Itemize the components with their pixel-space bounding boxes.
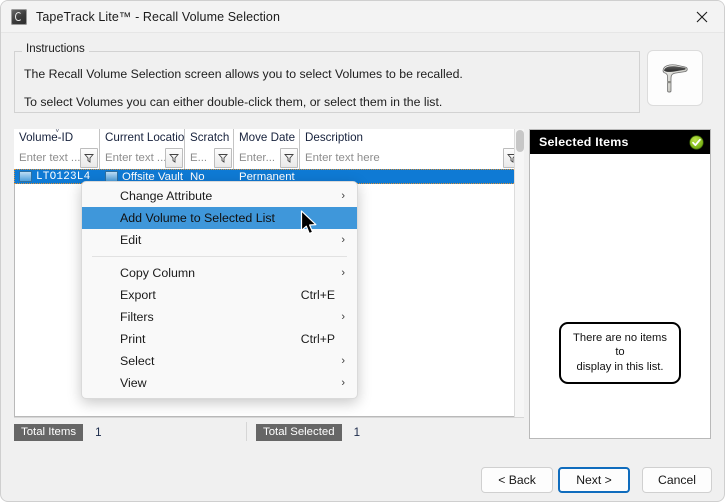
- sort-ascending-icon: ˅: [55, 129, 60, 135]
- status-divider: [14, 417, 524, 418]
- chevron-right-icon: ›: [341, 189, 345, 202]
- instructions-line-1: The Recall Volume Selection screen allow…: [24, 67, 463, 81]
- status-total-items: Total Items 1: [14, 423, 102, 441]
- total-items-label: Total Items: [14, 423, 84, 441]
- menu-item-add-volume-to-selected-list[interactable]: Add Volume to Selected List: [82, 207, 357, 229]
- funnel-icon: [84, 154, 94, 163]
- filter-button-move-date[interactable]: [280, 148, 298, 168]
- chevron-right-icon: ›: [341, 354, 345, 367]
- menu-separator: [92, 256, 347, 257]
- title-bar: TapeTrack Lite™ - Recall Volume Selectio…: [1, 1, 724, 33]
- menu-item-label: Export: [120, 288, 156, 302]
- scrollbar-thumb[interactable]: [516, 130, 524, 152]
- filter-cell-description: Enter text here: [300, 147, 522, 169]
- column-header-label: Scratch: [190, 131, 230, 144]
- chevron-right-icon: ›: [341, 376, 345, 389]
- menu-item-select[interactable]: Select ›: [82, 350, 357, 372]
- filter-cell-current-location: Enter text ...: [100, 147, 185, 169]
- footer-divider: [1, 459, 724, 460]
- chevron-right-icon: ›: [341, 266, 345, 279]
- menu-item-label: Edit: [120, 233, 142, 247]
- context-menu: Change Attribute › Add Volume to Selecte…: [81, 181, 358, 399]
- next-button[interactable]: Next >: [558, 467, 630, 493]
- scanner-image-box: [647, 50, 703, 106]
- column-header-scratch[interactable]: Scratch: [185, 129, 234, 147]
- column-header-label: Current Location: [105, 131, 185, 144]
- filter-button-scratch[interactable]: [214, 148, 232, 168]
- filter-cell-scratch: E...: [185, 147, 234, 169]
- instructions-legend: Instructions: [22, 43, 89, 55]
- filter-cell-volume-id: Enter text ...: [14, 147, 100, 169]
- column-header-label: Move Date: [239, 131, 296, 144]
- filter-button-current-location[interactable]: [165, 148, 183, 168]
- window-title: TapeTrack Lite™ - Recall Volume Selectio…: [36, 9, 281, 24]
- menu-item-view[interactable]: View ›: [82, 372, 357, 394]
- menu-item-export[interactable]: Export Ctrl+E: [82, 284, 357, 306]
- filter-input-scratch[interactable]: E...: [185, 152, 214, 164]
- grid-filter-row: Enter text ... Enter text ... E... Enter…: [14, 147, 524, 169]
- column-header-volume-id[interactable]: ˅ Volume-ID: [14, 129, 100, 147]
- menu-item-change-attribute[interactable]: Change Attribute ›: [82, 185, 357, 207]
- menu-item-label: Add Volume to Selected List: [120, 211, 275, 225]
- total-selected-value: 1: [353, 425, 361, 439]
- menu-item-label: View: [120, 376, 147, 390]
- grid-vertical-scrollbar[interactable]: [514, 129, 524, 417]
- filter-input-description[interactable]: Enter text here: [300, 152, 503, 164]
- menu-item-edit[interactable]: Edit ›: [82, 229, 357, 251]
- menu-item-label: Filters: [120, 310, 154, 324]
- empty-message-line-2: display in this list.: [576, 360, 664, 373]
- instructions-line-2: To select Volumes you can either double-…: [24, 95, 443, 109]
- tape-volume-icon: [19, 171, 32, 182]
- close-button[interactable]: [679, 1, 724, 32]
- filter-input-move-date[interactable]: Enter...: [234, 152, 280, 164]
- selected-items-header: Selected Items: [530, 130, 710, 154]
- grid-header-row: ˅ Volume-ID Current Location Scratch Mov…: [14, 129, 524, 147]
- menu-item-label: Change Attribute: [120, 189, 213, 203]
- empty-message-line-1: There are no items to: [573, 332, 667, 359]
- empty-list-message: There are no items to display in this li…: [559, 322, 681, 384]
- column-header-label: Volume-ID: [19, 131, 74, 144]
- menu-item-label: Copy Column: [120, 266, 196, 280]
- total-selected-label: Total Selected: [256, 423, 342, 441]
- chevron-right-icon: ›: [341, 233, 345, 246]
- menu-item-label: Print: [120, 332, 146, 346]
- menu-item-label: Select: [120, 354, 155, 368]
- menu-item-print[interactable]: Print Ctrl+P: [82, 328, 357, 350]
- column-header-move-date[interactable]: Move Date: [234, 129, 300, 147]
- back-button[interactable]: < Back: [481, 467, 553, 493]
- recall-volume-selection-window: TapeTrack Lite™ - Recall Volume Selectio…: [0, 0, 725, 502]
- menu-item-filters[interactable]: Filters ›: [82, 306, 357, 328]
- cancel-button[interactable]: Cancel: [642, 467, 712, 493]
- close-icon: [696, 11, 707, 22]
- menu-item-copy-column[interactable]: Copy Column ›: [82, 262, 357, 284]
- funnel-icon: [218, 154, 228, 163]
- filter-cell-move-date: Enter...: [234, 147, 300, 169]
- green-check-icon: [689, 134, 704, 150]
- column-header-label: Description: [305, 131, 363, 144]
- filter-input-volume-id[interactable]: Enter text ...: [14, 152, 80, 164]
- status-vertical-divider: [246, 422, 247, 441]
- menu-item-accelerator: Ctrl+E: [300, 288, 335, 302]
- cell-value: LTO123L4: [36, 170, 91, 183]
- tapetrack-logo-icon: [11, 8, 27, 25]
- selected-items-title: Selected Items: [539, 135, 629, 149]
- selected-items-panel: Selected Items There are no items to dis…: [529, 129, 711, 439]
- status-total-selected: Total Selected 1: [256, 423, 361, 441]
- total-items-value: 1: [95, 425, 102, 439]
- funnel-icon: [169, 154, 179, 163]
- column-header-current-location[interactable]: Current Location: [100, 129, 185, 147]
- chevron-right-icon: ›: [341, 310, 345, 323]
- barcode-scanner-icon: [662, 64, 688, 93]
- filter-input-current-location[interactable]: Enter text ...: [100, 152, 165, 164]
- funnel-icon: [284, 154, 294, 163]
- column-header-description[interactable]: Description: [300, 129, 522, 147]
- menu-item-accelerator: Ctrl+P: [300, 332, 335, 346]
- filter-button-volume-id[interactable]: [80, 148, 98, 168]
